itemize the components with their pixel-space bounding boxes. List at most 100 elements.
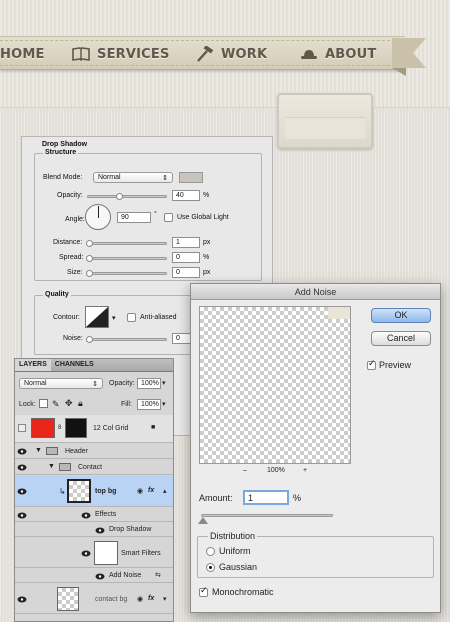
uniform-radio[interactable]	[206, 546, 215, 556]
monochromatic-option[interactable]: Monochromatic	[199, 586, 274, 597]
folder-icon	[59, 463, 71, 471]
amount-slider-knob[interactable]	[198, 517, 209, 524]
amount-slider[interactable]	[198, 514, 333, 524]
uniform-label: Uniform	[219, 546, 251, 556]
hat-icon	[300, 46, 318, 62]
add-noise-dialog: Add Noise – 100% + OK Cancel Preview Amo…	[190, 283, 441, 613]
cancel-button[interactable]: Cancel	[371, 331, 431, 346]
nav-about[interactable]: ABOUT	[300, 44, 376, 64]
spread-slider-knob[interactable]	[86, 255, 93, 262]
layer-blend-select[interactable]: Normal ⇕	[19, 378, 103, 389]
lock-position-icon[interactable]: ✥	[65, 398, 73, 409]
opacity-dropdown-icon[interactable]: ▾	[162, 379, 166, 387]
gaussian-option[interactable]: Gaussian	[206, 562, 257, 572]
ok-button[interactable]: OK	[371, 308, 431, 323]
contour-label: Contour:	[53, 314, 80, 321]
eye-icon[interactable]	[95, 527, 105, 534]
uniform-option[interactable]: Uniform	[206, 546, 251, 556]
fill-field[interactable]: 100%	[137, 399, 161, 410]
preview-label: Preview	[379, 360, 412, 370]
distance-slider[interactable]	[86, 240, 167, 247]
blend-mode-select[interactable]: Normal ⇕	[93, 172, 173, 183]
eye-icon[interactable]	[17, 512, 27, 519]
filter-mask-thumbnail	[94, 541, 118, 565]
fx-icon[interactable]: fx	[148, 487, 154, 494]
layer-row-contact-bg[interactable]: contact bg ◉ fx ▾	[15, 584, 173, 614]
size-slider-knob[interactable]	[86, 270, 93, 277]
fill-label: Fill:	[121, 401, 132, 408]
layer-row-top-bg[interactable]: ↳ top bg ◉ fx ▴	[15, 476, 173, 507]
layer-opacity-field[interactable]: 100%	[137, 378, 161, 389]
collapse-effects-icon[interactable]: ▴	[163, 487, 167, 495]
global-light-checkbox[interactable]	[164, 213, 173, 222]
distance-field[interactable]: 1	[172, 237, 200, 248]
layer-name: Contact	[78, 464, 103, 471]
visibility-off-box[interactable]	[18, 424, 26, 432]
expand-effects-icon[interactable]: ▾	[163, 595, 167, 603]
gaussian-radio[interactable]	[206, 562, 215, 572]
distribution-title: Distribution	[208, 531, 258, 541]
structure-group: Structure Blend Mode: Normal ⇕ Opacity: …	[34, 149, 262, 281]
distance-unit: px	[203, 239, 211, 246]
eye-icon[interactable]	[81, 512, 91, 519]
eye-icon[interactable]	[95, 573, 105, 580]
amount-label: Amount:	[199, 493, 233, 503]
nav-work[interactable]: WORK	[196, 44, 267, 64]
spread-field[interactable]: 0	[172, 252, 200, 263]
eye-icon[interactable]	[17, 488, 27, 495]
size-field[interactable]: 0	[172, 267, 200, 278]
angle-dial[interactable]	[85, 204, 111, 230]
lock-image-icon[interactable]: ✎	[52, 399, 60, 410]
size-label: Size:	[67, 269, 83, 276]
tab-channels[interactable]: CHANNELS	[51, 359, 98, 371]
contour-curve-icon	[86, 307, 108, 327]
eye-icon[interactable]	[17, 448, 27, 455]
fill-dropdown-icon[interactable]: ▾	[162, 400, 166, 408]
layer-row-smart-filters[interactable]: Smart Filters	[15, 538, 173, 568]
nav-services-label: SERVICES	[97, 46, 170, 62]
expand-triangle-icon[interactable]: ▼	[35, 447, 42, 454]
size-slider[interactable]	[86, 270, 167, 277]
monochromatic-checkbox[interactable]	[199, 586, 208, 597]
noise-slider-knob[interactable]	[86, 336, 93, 343]
zoom-in-button[interactable]: +	[303, 467, 307, 474]
layer-row-contact[interactable]: ▼ Contact	[15, 460, 173, 475]
angle-field[interactable]: 90	[117, 212, 151, 223]
opacity-field[interactable]: 40	[172, 190, 200, 201]
shadow-color-swatch[interactable]	[179, 172, 203, 183]
noise-preview[interactable]	[199, 306, 351, 464]
layer-thumbnail	[67, 479, 91, 503]
opacity-slider-knob[interactable]	[116, 193, 123, 200]
spread-slider[interactable]	[86, 255, 167, 262]
expand-triangle-icon[interactable]: ▼	[48, 463, 55, 470]
amount-field[interactable]: 1	[243, 490, 289, 505]
layer-row-drop-shadow[interactable]: Drop Shadow	[15, 523, 173, 537]
layer-row-header[interactable]: ▼ Header	[15, 444, 173, 459]
lock-all-icon[interactable]: 🔒︎	[78, 398, 83, 409]
contour-picker[interactable]	[85, 306, 109, 328]
filter-options-icon[interactable]: ⇆	[155, 571, 161, 579]
layer-thumbnail	[57, 587, 79, 611]
preview-checkbox[interactable]	[367, 359, 376, 370]
preview-toggle[interactable]: Preview	[367, 359, 412, 370]
tab-layers[interactable]: LAYERS	[15, 359, 51, 371]
contour-dropdown-arrow-icon[interactable]: ▾	[112, 314, 116, 322]
layer-row-grid[interactable]: 8 12 Col Grid ■	[15, 415, 173, 443]
lock-transparency-icon[interactable]	[39, 399, 48, 408]
eye-icon[interactable]	[17, 596, 27, 603]
layer-blend-value: Normal	[24, 380, 47, 387]
layer-row-effects[interactable]: Effects	[15, 508, 173, 522]
gaussian-label: Gaussian	[219, 562, 258, 572]
layer-row-add-noise[interactable]: Add Noise ⇆	[15, 569, 173, 583]
nav-home[interactable]: HOME	[0, 44, 45, 64]
structure-title: Structure	[43, 149, 79, 156]
zoom-out-button[interactable]: –	[243, 467, 247, 474]
nav-services[interactable]: SERVICES	[72, 44, 170, 64]
fx-icon[interactable]: fx	[148, 595, 154, 602]
anti-aliased-checkbox[interactable]	[127, 313, 136, 322]
distance-slider-knob[interactable]	[86, 240, 93, 247]
opacity-slider[interactable]	[87, 193, 167, 200]
eye-icon[interactable]	[17, 464, 27, 471]
eye-icon[interactable]	[81, 550, 91, 557]
noise-slider[interactable]	[86, 336, 167, 343]
